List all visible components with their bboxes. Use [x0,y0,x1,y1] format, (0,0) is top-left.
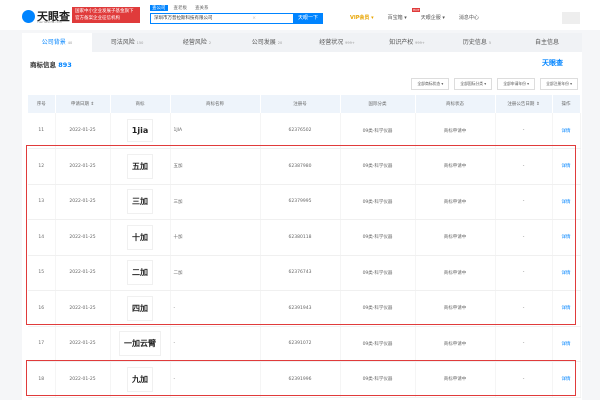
tab-label: 自主信息 [534,39,559,46]
tab-label: 公司背景 [41,39,66,46]
op-cell: 详情 [552,326,581,362]
mark-cell: 1jia [110,113,171,149]
top-bar: 天眼查 TianYanCha.com 国家中小企业发展子基金旗下 官方备案企业征信机… [0,0,600,30]
tab-count: 20 [277,41,283,45]
tab-count: 999+ [415,41,425,45]
tab-count: 999+ [345,41,355,45]
tab-count: 2 [208,41,212,45]
hot-badge: HOT [412,8,421,12]
column-header[interactable]: 申请日期 ⇕ [55,95,111,113]
section-title: 商标信息 893 [30,59,72,69]
reg-number: 62376502 [260,113,341,149]
search-tab[interactable]: 查老板 [172,5,190,11]
nav-item[interactable]: 消息中心 [459,14,479,21]
highlight-box [26,360,576,396]
ad-banner[interactable]: 国家中小企业发展子基金旗下 官方备案企业征信机构 [72,7,140,23]
row-no: 17 [28,326,56,362]
filter-dropdown[interactable]: 全部申请年份 ▾ [497,78,536,90]
tab-4[interactable]: 经营状况 999+ [302,33,372,52]
tab-1[interactable]: 司法风险 150 [92,33,162,52]
logo-icon [22,9,35,23]
filter-dropdown[interactable]: 全部注册年份 ▾ [540,78,578,90]
detail-link[interactable]: 详情 [562,342,571,347]
tab-label: 经营状况 [319,39,344,46]
class: 09类-科学仪器 [340,326,416,362]
column-header: 商标名称 [170,95,261,113]
vip-menu[interactable]: VIP会员 ▾ [350,14,374,21]
column-header: 序号 [28,95,56,113]
tab-0[interactable]: 公司背景 40 [22,33,92,52]
section-title-text: 商标信息 [30,61,56,69]
logo-sub: TianYanCha.com [37,20,62,24]
logo[interactable]: 天眼查 TianYanCha.com [22,8,70,24]
nav-item[interactable]: 天眼企服 ▾ [421,14,445,21]
status: 商标申请中 [415,113,496,149]
column-header: 商标状态 [415,95,496,113]
tab-3[interactable]: 公司发展 20 [232,33,302,52]
column-header: 操作 [552,95,581,113]
tab-2[interactable]: 经营风险 2 [162,33,232,52]
search-value: 深圳市万普拉斯科技有限公司 [154,16,213,21]
tab-label: 经营风险 [182,39,207,46]
mark-name: - [170,326,261,362]
search-tabs: 查公司 查老板 查关系 [150,5,211,11]
tab-label: 历史信息 [462,39,487,46]
pub-date: - [495,113,553,149]
column-header: 国际分类 [340,95,416,113]
mark-cell: 一加云臂 [110,326,171,362]
mark-name: 1JIA [170,113,261,149]
tab-label: 司法风险 [110,39,135,46]
column-header: 商标 [110,95,171,113]
tab-7[interactable]: 自主信息 [512,33,582,52]
avatar[interactable] [562,12,580,24]
trademark-image[interactable]: 1jia [126,119,154,142]
ad-line: 官方备案企业征信机构 [75,16,120,21]
apply-date: 2022-01-25 [55,326,111,362]
table-row: 11 2022-01-25 1jia 1JIA 62376502 09类-科学仪… [28,113,581,149]
tab-bar: 公司背景 40 司法风险 150 经营风险 2 公司发展 20 经营状况 999+ 知识产… [22,33,582,52]
row-no: 11 [28,113,56,149]
ad-line: 国家中小企业发展子基金旗下 [75,9,134,14]
tab-5[interactable]: 知识产权 999+ [372,33,442,52]
search-button[interactable]: 天眼一下 [293,13,323,24]
watermark: 天眼查 [542,59,563,67]
nav-item[interactable]: 百宝箱 ▾ [388,14,407,21]
filter-dropdown[interactable]: 全部国际分类 ▾ [454,78,493,90]
filters: 全部商标状态 ▾ 全部国际分类 ▾ 全部申请年份 ▾ 全部注册年份 ▾ [411,78,578,90]
tab-label: 公司发展 [251,39,276,46]
pub-date: - [495,326,553,362]
search-tab[interactable]: 查公司 [150,5,168,11]
search-tab[interactable]: 查关系 [193,5,211,11]
highlight-box [26,145,576,325]
reg-number: 62391072 [260,326,341,362]
tab-count: 5 [488,41,492,45]
clear-icon[interactable]: × [252,14,256,23]
tab-6[interactable]: 历史信息 5 [442,33,512,52]
detail-link[interactable]: 详情 [562,129,571,134]
search-input[interactable]: 深圳市万普拉斯科技有限公司 × [150,13,295,24]
apply-date: 2022-01-25 [55,113,111,149]
status: 商标申请中 [415,326,496,362]
section-count: 893 [58,61,72,69]
column-header: 注册号 [260,95,341,113]
top-nav: VIP会员 ▾ 百宝箱 ▾ 天眼企服 ▾ 消息中心 [350,14,479,21]
filter-dropdown[interactable]: 全部商标状态 ▾ [411,78,450,90]
table-row: 17 2022-01-25 一加云臂 - 62391072 09类-科学仪器 商… [28,326,581,362]
tab-count: 40 [67,41,73,45]
tab-label: 知识产权 [389,39,414,46]
class: 09类-科学仪器 [340,113,416,149]
tab-count: 150 [136,41,144,45]
column-header[interactable]: 注册公告日期 ⇕ [495,95,553,113]
trademark-image[interactable]: 一加云臂 [119,331,161,357]
op-cell: 详情 [552,113,581,149]
